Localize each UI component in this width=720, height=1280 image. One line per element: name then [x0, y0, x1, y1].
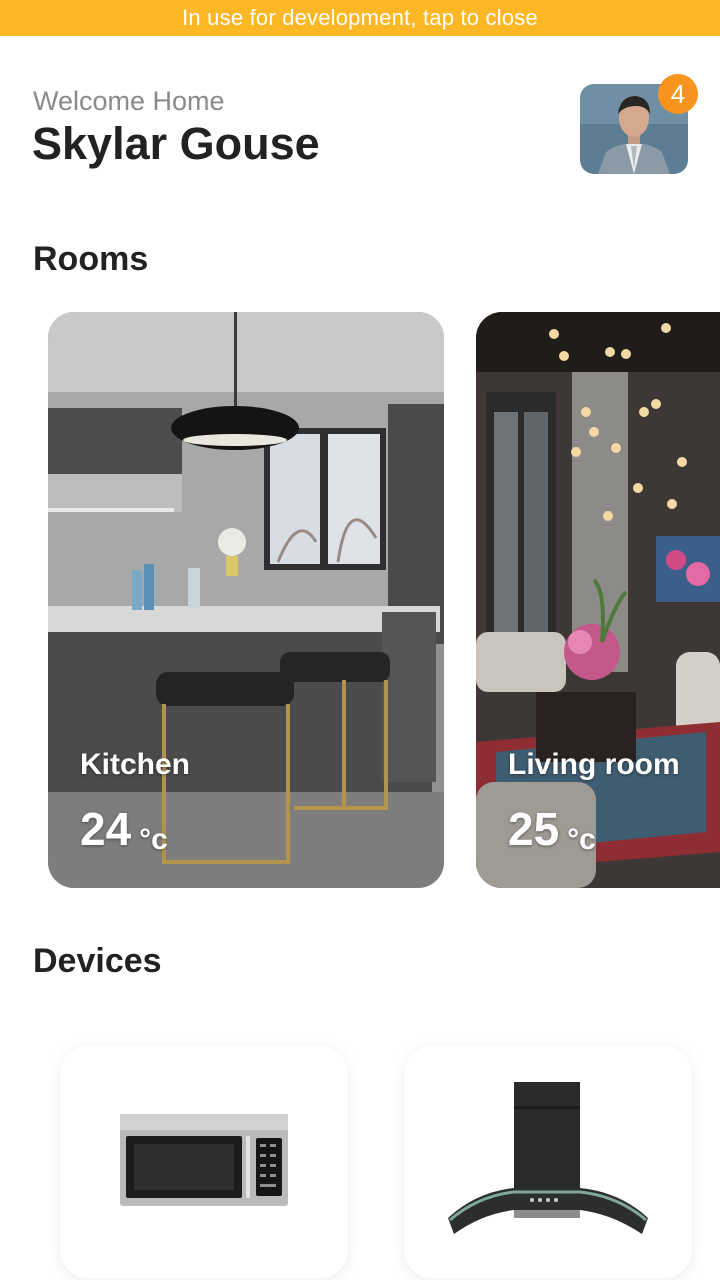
room-temperature: 24 °c	[80, 802, 168, 856]
welcome-label: Welcome Home	[33, 86, 225, 116]
notification-badge[interactable]: 4	[658, 74, 698, 114]
dev-banner[interactable]: In use for development, tap to close	[0, 0, 720, 36]
devices-title: Devices	[33, 942, 162, 980]
rooms-title: Rooms	[33, 240, 149, 278]
user-name: Skylar Gouse	[32, 118, 320, 169]
device-card-microwave[interactable]	[60, 1046, 348, 1278]
microwave-icon	[120, 1114, 288, 1206]
range-hood-icon	[448, 1082, 648, 1234]
room-temperature: 25 °c	[508, 802, 596, 856]
room-name: Living room	[508, 748, 680, 781]
temperature-unit: °c	[567, 823, 596, 856]
temperature-value: 25	[508, 803, 560, 855]
room-card-kitchen[interactable]: Kitchen 24 °c	[48, 312, 444, 888]
dev-banner-text: In use for development, tap to close	[182, 5, 538, 30]
device-card-range-hood[interactable]	[404, 1046, 692, 1278]
temperature-value: 24	[80, 803, 132, 855]
room-name: Kitchen	[80, 748, 191, 781]
room-card-living-room[interactable]: Living room 25 °c	[476, 312, 720, 888]
temperature-unit: °c	[139, 823, 168, 856]
